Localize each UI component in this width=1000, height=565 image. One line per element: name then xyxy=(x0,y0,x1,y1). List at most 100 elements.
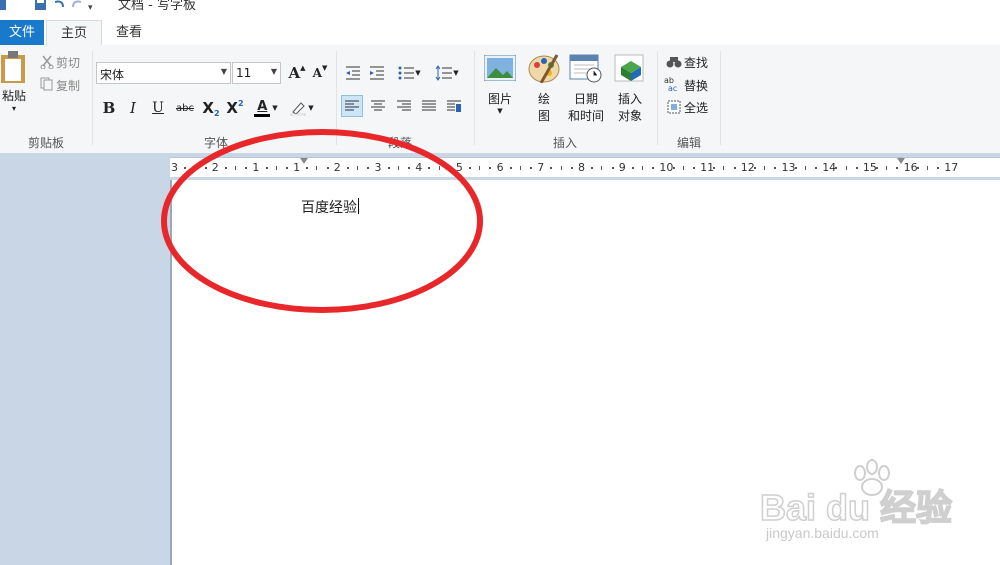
strikethrough-button[interactable]: abc xyxy=(173,97,197,119)
ruler-tick xyxy=(764,166,766,170)
italic-label: I xyxy=(130,99,136,117)
cut-icon xyxy=(40,55,54,69)
paste-button[interactable]: 粘贴 ▾ xyxy=(0,49,28,129)
ruler-dot xyxy=(672,167,675,169)
paste-label: 粘贴 xyxy=(1,89,26,103)
date-time-button[interactable]: 日期 和时间 xyxy=(566,53,606,125)
font-family-value: 宋体 xyxy=(100,68,125,82)
replace-button[interactable]: 替换 xyxy=(684,77,708,94)
tab-home[interactable]: 主页 xyxy=(46,20,102,47)
editing-group-label: 编辑 xyxy=(676,136,701,150)
picture-button[interactable]: 图片 ▼ xyxy=(482,54,518,125)
right-indent-marker[interactable] xyxy=(897,158,905,164)
date-label-1: 日期 xyxy=(573,92,598,106)
increase-indent-icon[interactable] xyxy=(368,65,386,81)
ruler-number: 17 xyxy=(944,161,959,174)
decrease-indent-icon[interactable] xyxy=(344,65,362,81)
ruler-dot xyxy=(916,167,919,169)
ribbon: 粘贴 ▾ 剪切 复制 剪贴板 宋体 ▼ 11 ▼ A ▲ A ▼ B I U abc… xyxy=(0,45,1000,154)
paint-palette-icon xyxy=(528,54,560,84)
picture-label: 图片 xyxy=(487,92,512,106)
align-center-icon[interactable] xyxy=(370,99,386,113)
ruler-number: 13 xyxy=(781,161,796,174)
ruler-number: 16 xyxy=(903,161,918,174)
superscript-button[interactable]: X2 xyxy=(225,97,245,119)
insert-object-button[interactable]: 插入 对象 xyxy=(610,53,650,125)
bullet-list-icon xyxy=(398,66,415,80)
shrink-font-button[interactable]: A ▼ xyxy=(310,62,330,84)
date-label-2: 和时间 xyxy=(567,109,604,123)
svg-text:ac: ac xyxy=(668,84,677,92)
underline-button[interactable]: U xyxy=(149,97,167,119)
grow-font-button[interactable]: A ▲ xyxy=(287,62,307,84)
select-all-button[interactable]: 全选 xyxy=(684,99,708,116)
bold-label: B xyxy=(102,99,116,117)
chevron-down-icon: ▼ xyxy=(415,69,421,77)
ruler-number: 12 xyxy=(740,161,755,174)
shrink-font-icon: A xyxy=(312,66,322,80)
title-bar: ▾ 文档 - 写字板 xyxy=(0,0,1000,14)
ruler-dot xyxy=(631,167,634,169)
highlight-color-button[interactable]: ▼ xyxy=(287,97,317,119)
customize-qat-icon[interactable]: ▾ xyxy=(88,3,93,13)
align-right-icon[interactable] xyxy=(396,99,412,113)
group-divider xyxy=(720,51,721,145)
quick-access-toolbar: ▾ xyxy=(0,0,93,14)
paragraph-settings-icon[interactable] xyxy=(446,99,462,113)
find-button[interactable]: 查找 xyxy=(684,54,708,71)
cut-button[interactable]: 剪切 xyxy=(56,54,80,71)
object-label-1: 插入 xyxy=(617,92,642,106)
underline-label: U xyxy=(152,100,164,116)
line-spacing-button[interactable]: ▼ xyxy=(432,63,462,83)
undo-icon[interactable] xyxy=(52,0,64,10)
strikethrough-label: abc xyxy=(176,102,194,114)
group-divider xyxy=(92,51,93,145)
copy-button[interactable]: 复制 xyxy=(56,77,80,94)
ribbon-tabs: 文件 主页 查看 xyxy=(0,20,1000,47)
paste-dropdown-icon: ▾ xyxy=(11,104,16,113)
save-icon[interactable] xyxy=(34,0,46,10)
ruler-dot xyxy=(774,167,777,169)
tab-view[interactable]: 查看 xyxy=(104,20,154,45)
italic-button[interactable]: I xyxy=(124,97,142,119)
redo-icon[interactable] xyxy=(70,0,82,10)
ruler-dot xyxy=(937,167,940,169)
chevron-down-icon: ▼ xyxy=(220,67,227,76)
ruler-number: 11 xyxy=(700,161,715,174)
subscript-button[interactable]: X2 xyxy=(201,97,221,119)
red-annotation-circle xyxy=(161,129,483,313)
ruler-tick xyxy=(804,166,806,170)
highlighter-icon xyxy=(291,102,306,116)
align-left-icon xyxy=(345,100,359,111)
ruler-dot xyxy=(591,167,594,169)
justify-icon[interactable] xyxy=(421,99,437,113)
text-color-button[interactable]: A ▼ xyxy=(252,97,280,119)
ruler-tick xyxy=(926,166,928,170)
left-margin-pane xyxy=(0,180,170,565)
copy-icon xyxy=(40,77,53,91)
tab-file[interactable]: 文件 xyxy=(0,20,44,45)
ruler-number: 6 xyxy=(496,161,504,174)
ruler-number: 9 xyxy=(618,161,626,174)
ruler-dot xyxy=(753,167,756,169)
chevron-down-icon: ▼ xyxy=(453,69,459,77)
ruler-number: 8 xyxy=(578,161,585,174)
paint-drawing-button[interactable]: 绘 图 xyxy=(526,53,562,125)
ruler-tick xyxy=(682,166,684,170)
bullet-list-button[interactable]: ▼ xyxy=(394,63,424,83)
align-left-button[interactable] xyxy=(341,95,363,117)
select-all-icon xyxy=(667,100,681,114)
ruler-number: 15 xyxy=(862,161,877,174)
font-family-select[interactable]: 宋体 ▼ xyxy=(96,62,231,84)
calendar-clock-icon xyxy=(569,54,602,83)
ruler-tick xyxy=(723,166,725,170)
ruler-number: 14 xyxy=(822,161,837,174)
ruler-dot xyxy=(815,167,818,169)
bold-button[interactable]: B xyxy=(100,97,118,119)
font-size-select[interactable]: 11 ▼ xyxy=(232,62,281,84)
paste-icon xyxy=(1,51,25,83)
ruler-dot xyxy=(794,167,797,169)
ruler-dot xyxy=(611,167,614,169)
group-divider xyxy=(657,51,658,145)
ruler-dot xyxy=(652,167,655,169)
